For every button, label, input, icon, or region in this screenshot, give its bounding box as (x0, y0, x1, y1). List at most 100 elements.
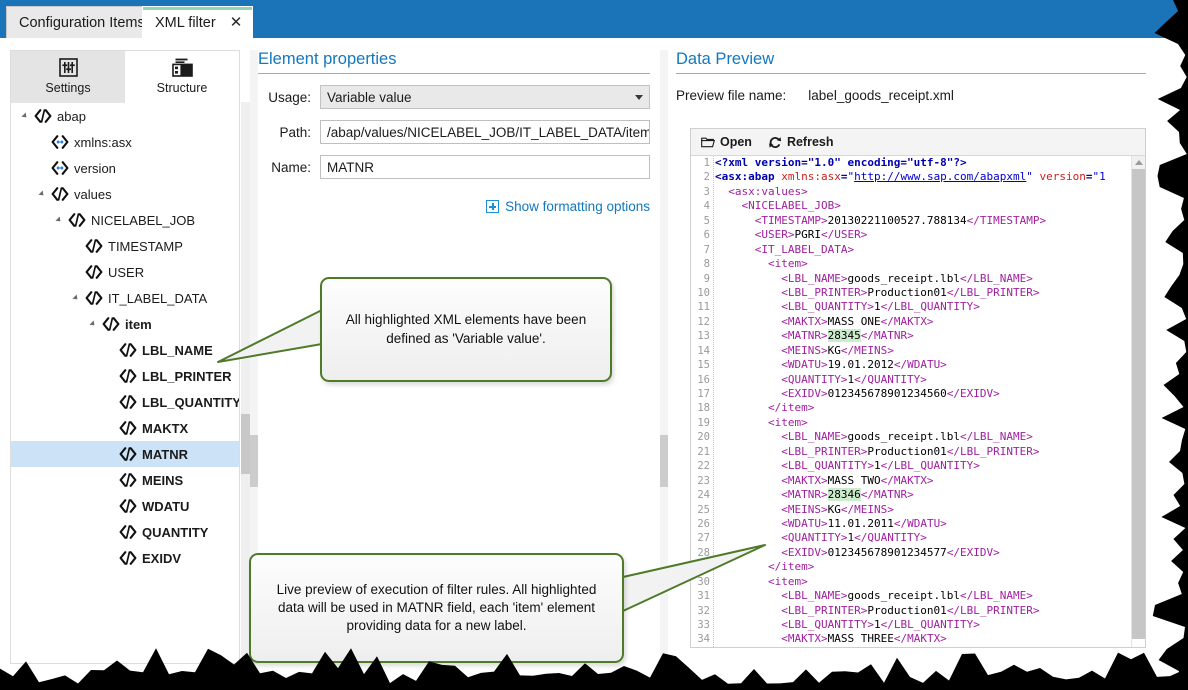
code-token: <NICELABEL_JOB> (715, 199, 841, 212)
line-number: 14 (691, 344, 713, 358)
code-vertical-scrollbar[interactable] (1131, 156, 1145, 647)
code-line[interactable]: <IT_LABEL_DATA> (715, 243, 1132, 257)
code-line[interactable]: <LBL_QUANTITY>1</LBL_QUANTITY> (715, 618, 1132, 632)
open-button[interactable]: Open (701, 135, 752, 149)
path-input[interactable]: /abap/values/NICELABEL_JOB/IT_LABEL_DATA… (320, 120, 650, 144)
code-line[interactable]: <USER>PGRI</USER> (715, 228, 1132, 242)
close-icon[interactable]: ✕ (230, 15, 243, 30)
xml-code-area[interactable]: 1234567891011121314151617181920212223242… (691, 156, 1145, 647)
tree-item-exidv[interactable]: EXIDV (11, 545, 239, 571)
tree-item-maktx[interactable]: MAKTX (11, 415, 239, 441)
splitter-grip[interactable] (660, 435, 668, 487)
callout-variable-value: All highlighted XML elements have been d… (320, 277, 612, 382)
code-line[interactable]: <EXIDV>012345678901234560</EXIDV> (715, 387, 1132, 401)
code-token: </WDATU> (894, 358, 947, 371)
xml-code-lines[interactable]: <?xml version="1.0" encoding="utf-8"?><a… (715, 156, 1132, 647)
tree-item-it-label-data[interactable]: IT_LABEL_DATA (11, 285, 239, 311)
splitter-grip[interactable] (250, 435, 258, 487)
expand-triangle-icon[interactable] (53, 207, 65, 233)
code-token: " (1026, 170, 1033, 183)
line-number: 27 (691, 531, 713, 545)
code-line[interactable]: <MEINS>KG</MEINS> (715, 503, 1132, 517)
code-line[interactable]: <LBL_NAME>goods_receipt.lbl</LBL_NAME> (715, 589, 1132, 603)
code-line[interactable]: <LBL_PRINTER>Production01</LBL_PRINTER> (715, 445, 1132, 459)
show-formatting-options-link[interactable]: Show formatting options (258, 199, 650, 214)
scrollbar-thumb[interactable] (1132, 169, 1145, 639)
code-line[interactable]: <MATNR>28345</MATNR> (715, 329, 1132, 343)
code-line[interactable]: <item> (715, 257, 1132, 271)
code-line[interactable]: </item> (715, 401, 1132, 415)
tree-item-nicelabel-job[interactable]: NICELABEL_JOB (11, 207, 239, 233)
code-token: </LBL_NAME> (960, 430, 1033, 443)
expand-triangle-icon[interactable] (70, 285, 82, 311)
tree-item-item[interactable]: item (11, 311, 239, 337)
tree-item-lbl-printer[interactable]: LBL_PRINTER (11, 363, 239, 389)
name-input[interactable]: MATNR (320, 155, 650, 179)
code-line[interactable]: <LBL_NAME>goods_receipt.lbl</LBL_NAME> (715, 430, 1132, 444)
xml-structure-tree[interactable]: abapxmlns:asxversionvaluesNICELABEL_JOBT… (11, 103, 239, 663)
scrollbar-thumb[interactable] (241, 414, 250, 474)
preview-toolbar: Open Refresh (691, 129, 1145, 156)
expand-triangle-icon[interactable] (19, 103, 31, 129)
code-line[interactable]: <LBL_PRINTER>Production01</LBL_PRINTER> (715, 604, 1132, 618)
code-line[interactable]: <NICELABEL_JOB> (715, 199, 1132, 213)
code-line[interactable]: <MEINS>KG</MEINS> (715, 344, 1132, 358)
tree-item-matnr[interactable]: MATNR (11, 441, 239, 467)
usage-dropdown[interactable]: Variable value (320, 85, 650, 109)
plus-icon (486, 200, 499, 213)
tab-structure[interactable]: Structure (125, 51, 239, 103)
tab-settings[interactable]: Settings (11, 51, 125, 103)
tree-item-user[interactable]: USER (11, 259, 239, 285)
code-token: <MEINS> (715, 344, 828, 357)
tree-item-timestamp[interactable]: TIMESTAMP (11, 233, 239, 259)
line-number: 32 (691, 604, 713, 618)
tree-item-xmlns-asx[interactable]: xmlns:asx (11, 129, 239, 155)
code-line[interactable]: <LBL_PRINTER>Production01</LBL_PRINTER> (715, 286, 1132, 300)
tree-item-wdatu[interactable]: WDATU (11, 493, 239, 519)
tree-item-label: EXIDV (142, 551, 181, 566)
code-line[interactable]: <asx:abap xmlns:asx="http://www.sap.com/… (715, 170, 1132, 184)
code-line[interactable]: <LBL_QUANTITY>1</LBL_QUANTITY> (715, 459, 1132, 473)
line-number: 13 (691, 329, 713, 343)
element-icon (116, 551, 140, 565)
code-line[interactable]: <item> (715, 416, 1132, 430)
code-line[interactable]: </item> (715, 560, 1132, 574)
code-line[interactable]: <MAKTX>MASS ONE</MAKTX> (715, 315, 1132, 329)
tab-configuration-items[interactable]: Configuration Items (6, 6, 158, 38)
tree-item-label: item (125, 317, 152, 332)
refresh-button[interactable]: Refresh (768, 135, 834, 149)
code-line[interactable]: <LBL_QUANTITY>1</LBL_QUANTITY> (715, 300, 1132, 314)
splitter-right[interactable] (660, 50, 668, 664)
expand-triangle-icon[interactable] (36, 181, 48, 207)
code-token: "1 (1093, 170, 1106, 183)
code-token: <MAKTX> (715, 632, 828, 645)
code-line[interactable]: <item> (715, 575, 1132, 589)
code-line[interactable]: <MAKTX>MASS TWO</MAKTX> (715, 474, 1132, 488)
code-line[interactable]: <QUANTITY>1</QUANTITY> (715, 373, 1132, 387)
code-line[interactable]: <asx:values> (715, 185, 1132, 199)
expand-triangle-icon[interactable] (87, 311, 99, 337)
code-line[interactable]: <?xml version="1.0" encoding="utf-8"?> (715, 156, 1132, 170)
tree-item-lbl-name[interactable]: LBL_NAME (11, 337, 239, 363)
code-line[interactable]: <TIMESTAMP>20130221100527.788134</TIMEST… (715, 214, 1132, 228)
code-token: </MATNR> (861, 488, 914, 501)
code-token: <LBL_QUANTITY> (715, 618, 874, 631)
code-line[interactable]: <MATNR>28346</MATNR> (715, 488, 1132, 502)
code-line[interactable]: <WDATU>11.01.2011</WDATU> (715, 517, 1132, 531)
tab-xml-filter[interactable]: XML filter ✕ (142, 6, 253, 38)
tree-item-values[interactable]: values (11, 181, 239, 207)
code-token: </MATNR> (861, 329, 914, 342)
code-line[interactable]: <WDATU>19.01.2012</WDATU> (715, 358, 1132, 372)
tree-item-abap[interactable]: abap (11, 103, 239, 129)
code-line[interactable]: <LBL_NAME>goods_receipt.lbl</LBL_NAME> (715, 272, 1132, 286)
tree-item-quantity[interactable]: QUANTITY (11, 519, 239, 545)
code-line[interactable]: <QUANTITY>1</QUANTITY> (715, 531, 1132, 545)
code-token: MASS TWO (828, 474, 881, 487)
tree-item-lbl-quantity[interactable]: LBL_QUANTITY (11, 389, 239, 415)
code-line[interactable]: <MAKTX>MASS THREE</MAKTX> (715, 632, 1132, 646)
tree-item-version[interactable]: version (11, 155, 239, 181)
code-token: <MATNR> (715, 488, 828, 501)
tree-item-meins[interactable]: MEINS (11, 467, 239, 493)
code-line[interactable]: <EXIDV>012345678901234577</EXIDV> (715, 546, 1132, 560)
scroll-up-icon[interactable] (1132, 156, 1145, 169)
